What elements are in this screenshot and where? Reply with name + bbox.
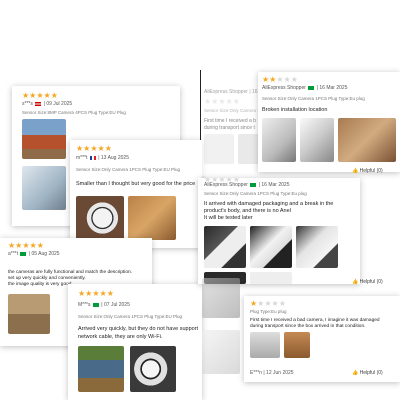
review-photo: [202, 330, 240, 374]
review-photo: [202, 278, 240, 318]
review-meta: AliExpress Shopper | 16 Mar 2025: [262, 85, 348, 91]
helpful-button[interactable]: 👍 Helpful (0): [352, 370, 383, 376]
review-meta: m***t | 13 Aug 2025: [76, 155, 129, 161]
review-photo[interactable]: [284, 332, 310, 358]
reviewer-name: s***s: [22, 101, 33, 107]
review-date: 13 Aug 2025: [100, 155, 129, 161]
review-photo[interactable]: [22, 119, 66, 159]
variant-text: Sensor Size:Only Camera 1PCS Plug Type:E…: [76, 167, 180, 172]
variant-text: Sensor Size:Only Camera 1PCS Plug Type:E…: [78, 314, 182, 319]
helpful-button[interactable]: 👍 Helpful (0): [352, 279, 383, 285]
review-photo[interactable]: [250, 332, 280, 358]
country-flag-icon: [89, 155, 96, 160]
review-date: 12 Jun 2025: [266, 370, 294, 376]
review-photo[interactable]: [204, 134, 234, 164]
thumbs-up-icon: 👍: [352, 370, 359, 376]
country-flag-icon: [20, 251, 27, 256]
variant-text: Sensor Size:8MP Camera 4PCS Plug Type:EU…: [22, 110, 126, 115]
review-card-2: ★★★★★ m***t | 13 Aug 2025 Sensor Size:On…: [70, 140, 202, 248]
rating-stars: ★★★★★: [204, 97, 240, 106]
rating-stars: ★★★★★: [250, 299, 286, 308]
review-photo[interactable]: [78, 346, 124, 392]
reviewer-name: a***t: [8, 251, 19, 257]
review-photo[interactable]: [130, 346, 176, 392]
review-text-line: the image quality is very good: [8, 282, 72, 287]
review-card-5: ★★★★★ AliExpress Shopper | 16 Mar 2025 S…: [258, 72, 400, 172]
review-meta: M***s | 07 Jul 2025: [78, 302, 130, 308]
country-flag-icon: [35, 101, 42, 106]
review-card-7: ★★★★★ Plug Type:Eu plug First time I rec…: [244, 296, 400, 382]
review-meta: a***t | 05 Aug 2025: [8, 251, 60, 257]
review-photo[interactable]: [204, 226, 246, 268]
review-text-line: It arrived with damaged packaging and a …: [204, 201, 334, 207]
review-collage: ★★★★★ s***s | 09 Jul 2025 Sensor Size:8M…: [0, 0, 400, 400]
review-text-line: product's body, and there is no Anel: [204, 208, 291, 214]
review-photo[interactable]: [338, 118, 396, 162]
review-photo[interactable]: [8, 294, 50, 334]
reviewer-name: AliExpress Shopper: [262, 85, 306, 91]
variant-text: Sensor Size:Only Camera 1PCS Plug Type:E…: [204, 191, 307, 196]
review-text: Smaller than I thought but very good for…: [76, 181, 196, 187]
rating-stars: ★★★★★: [76, 144, 112, 153]
review-date: 16 Mar 2025: [319, 85, 348, 91]
review-text-line: during transport since the box arrived i…: [250, 324, 366, 329]
country-flag-icon: [250, 182, 257, 187]
thumbs-up-icon: 👍: [352, 168, 359, 174]
thumbs-up-icon: 👍: [352, 279, 359, 285]
rating-stars: ★★★★★: [8, 241, 44, 250]
reviewer-name: M***s: [78, 302, 91, 308]
review-photo[interactable]: [76, 196, 124, 240]
country-flag-icon: [92, 302, 99, 307]
rating-stars: ★★★★★: [262, 75, 298, 84]
review-date: 09 Jul 2025: [46, 101, 73, 107]
reviewer-name: m***t: [76, 155, 88, 161]
review-date: 16 Mar 2025: [261, 182, 290, 188]
review-date: 07 Jul 2025: [104, 302, 130, 308]
review-photo[interactable]: [300, 118, 334, 162]
reviewer-name: AliExpress Shopper: [204, 89, 248, 95]
reviewer-name: E***n: [250, 370, 262, 376]
review-text: Broken installation location: [262, 107, 328, 113]
review-text-line: during transport since t: [204, 125, 255, 131]
review-photo[interactable]: [250, 226, 292, 268]
rating-stars: ★★★★★: [78, 289, 114, 298]
review-text-line: Arrived very quickly, but they do not ha…: [78, 326, 199, 332]
rating-stars: ★★★★★: [22, 91, 58, 100]
review-card-6: ★★★★★ AliExpress Shopper | 16 Mar 2025 S…: [198, 178, 360, 284]
review-card-4: ★★★★★ M***s | 07 Jul 2025 Sensor Size:On…: [68, 284, 202, 400]
variant-text: Sensor Size:Only Camera 1PCS Plug Type:E…: [262, 96, 365, 101]
review-photo[interactable]: [296, 226, 338, 268]
review-text-line: network cable, they are only Wi-Fi.: [78, 334, 163, 340]
variant-text: Plug Type:Eu plug: [250, 309, 287, 314]
review-meta: s***s | 09 Jul 2025: [22, 101, 73, 107]
review-text-line: It will be tested later: [204, 215, 253, 221]
review-photo[interactable]: [22, 166, 66, 210]
country-flag-icon: [308, 85, 315, 90]
review-photo[interactable]: [262, 118, 296, 162]
review-text-line: First time I received a b: [204, 118, 256, 124]
review-photo[interactable]: [128, 196, 176, 240]
review-meta: E***n | 12 Jun 2025: [250, 370, 294, 376]
reviewer-name: AliExpress Shopper: [204, 182, 248, 188]
review-date: 05 Aug 2025: [31, 251, 60, 257]
helpful-button[interactable]: 👍 Helpful (0): [352, 168, 383, 174]
review-photo[interactable]: [250, 272, 292, 284]
review-meta: AliExpress Shopper | 16 Mar 2025: [204, 182, 290, 188]
